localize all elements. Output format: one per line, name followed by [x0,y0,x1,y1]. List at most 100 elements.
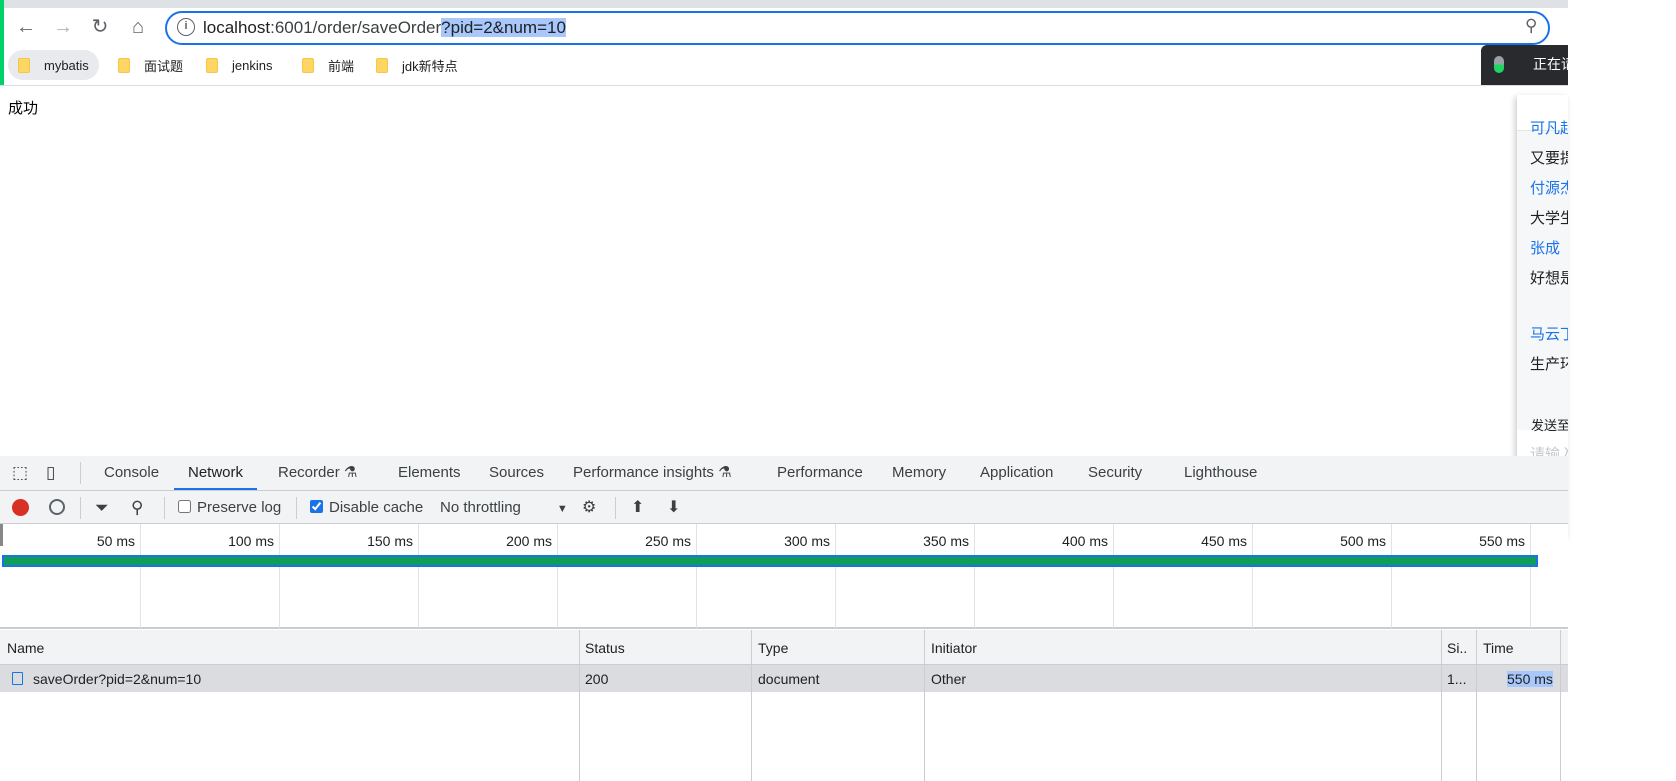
throttling-value: No throttling [440,499,521,516]
network-overview[interactable]: 50 ms 100 ms 150 ms 200 ms 250 ms 300 ms 350 m… [0,524,1568,629]
url-host: localhost [203,18,271,37]
timeline-tick-label: 250 ms [645,533,691,549]
message-author[interactable]: 马云丁 [1530,323,1568,344]
timeline-gridline [279,524,280,628]
voice-status: 正在请 [1533,56,1568,72]
disable-cache-checkbox[interactable]: Disable cache [310,491,423,524]
timeline-gridline [140,524,141,628]
timeline-tick-label: 200 ms [506,533,552,549]
tab-sources[interactable]: Sources [489,456,544,490]
table-row[interactable]: saveOrder?pid=2&num=10 200 document Othe… [0,665,1568,692]
column-time[interactable]: Time [1483,640,1514,656]
request-size: 1... [1447,671,1467,687]
bookmark-jdk[interactable]: jdk新特点 [366,50,468,80]
home-button[interactable]: ⌂ [124,14,152,40]
message-author[interactable]: 付源杰 [1530,177,1568,198]
column-initiator[interactable]: Initiator [931,640,977,656]
export-har-icon[interactable]: ⬇ [667,491,680,524]
clear-icon[interactable] [49,499,65,515]
folder-icon [206,57,218,73]
column-status[interactable]: Status [585,640,625,656]
microphone-icon[interactable] [1494,56,1504,73]
request-time: 550 ms [1507,671,1553,687]
devtools-tabbar: ⬚ ▯ Console Network Recorder ⚗ Elements … [0,456,1568,491]
tab-label: Recorder [278,464,340,481]
bookmark-label: 面试题 [144,58,184,74]
tab-network[interactable]: Network [174,456,258,490]
folder-icon [118,57,130,73]
timeline-gridline [418,524,419,628]
forward-button[interactable]: → [49,14,77,40]
timeline-tick-label: 150 ms [367,533,413,549]
message-text: 生产环 [1530,356,1568,373]
import-har-icon[interactable]: ⬆ [631,491,644,524]
device-toolbar-icon[interactable]: ▯ [46,456,55,490]
bookmark-interview[interactable]: 面试题 [108,50,193,80]
tab-elements[interactable]: Elements [398,456,461,490]
timeline-gridline [1391,524,1392,628]
bookmark-label: mybatis [44,57,89,73]
tab-security[interactable]: Security [1088,456,1142,490]
bookmark-label: 前端 [328,58,355,74]
experiment-flask-icon: ⚗ [343,464,358,481]
column-size[interactable]: Si.. [1447,640,1467,656]
timeline-gridline [835,524,836,628]
tab-recorder[interactable]: Recorder ⚗ [278,456,357,490]
bookmark-jenkins[interactable]: jenkins [196,50,282,80]
timeline-gridline [696,524,697,628]
folder-icon [302,57,314,73]
url-text: localhost:6001/order/saveOrder?pid=2&num… [203,18,566,38]
bookmark-label: jenkins [232,57,273,73]
message-text: 又要提 [1530,150,1568,167]
preserve-log-checkbox[interactable]: Preserve log [178,491,281,524]
toolbar-divider [0,85,1568,86]
request-type: document [758,671,820,687]
inspect-element-icon[interactable]: ⬚ [12,456,28,490]
search-icon[interactable]: ⚲ [131,491,143,524]
request-name[interactable]: saveOrder?pid=2&num=10 [33,671,201,687]
back-button[interactable]: ← [12,14,40,40]
column-type[interactable]: Type [758,640,788,656]
tab-application[interactable]: Application [980,456,1053,490]
url-query-selected: ?pid=2&num=10 [441,18,566,37]
reload-button[interactable]: ↻ [86,14,114,40]
timeline-gridline [557,524,558,628]
throttling-select[interactable]: No throttling ▼ [440,491,568,524]
column-name[interactable]: Name [7,640,44,656]
folder-icon [376,57,388,73]
timeline-tick-label: 300 ms [784,533,830,549]
send-to-label: 发送至 [1531,418,1568,433]
zoom-icon[interactable]: ⚲ [1525,16,1537,36]
requests-table-header: Name Status Type Initiator Si.. Time [0,630,1568,665]
address-bar[interactable]: i localhost:6001/order/saveOrder?pid=2&n… [165,11,1550,45]
message-text: 好想是 [1530,270,1568,287]
tab-lighthouse[interactable]: Lighthouse [1184,456,1257,490]
document-icon [12,672,23,685]
record-button[interactable] [12,499,29,516]
timeline-tick-label: 100 ms [228,533,274,549]
message-author[interactable]: 张成 [1530,237,1560,258]
tab-performance-insights[interactable]: Performance insights ⚗ [573,456,732,490]
window-accent [0,0,4,85]
tab-performance[interactable]: Performance [777,456,863,490]
bookmark-mybatis[interactable]: mybatis [8,50,99,80]
page-content: 成功 [8,100,39,117]
timeline-tick-label: 550 ms [1479,533,1525,549]
network-conditions-icon[interactable]: ⚙ [582,491,596,524]
request-initiator: Other [931,671,967,687]
tab-console[interactable]: Console [104,456,159,490]
request-status: 200 [585,671,609,687]
timeline-gridline [974,524,975,628]
message-author[interactable]: 可凡起 [1530,117,1568,138]
bookmark-frontend[interactable]: 前端 [292,50,364,80]
info-icon[interactable]: i [177,18,195,36]
timeline-tick-label: 50 ms [96,533,135,549]
tab-memory[interactable]: Memory [892,456,946,490]
preserve-log-label: Preserve log [197,499,282,516]
timeline-gridline [1113,524,1114,628]
timeline-gridline [1530,524,1531,628]
filter-icon[interactable]: ⏷ [95,491,109,524]
timeline-gridline [1252,524,1253,628]
bookmark-label: jdk新特点 [402,58,458,74]
network-toolbar: ⏷ ⚲ Preserve log Disable cache No thrott… [0,491,1568,524]
